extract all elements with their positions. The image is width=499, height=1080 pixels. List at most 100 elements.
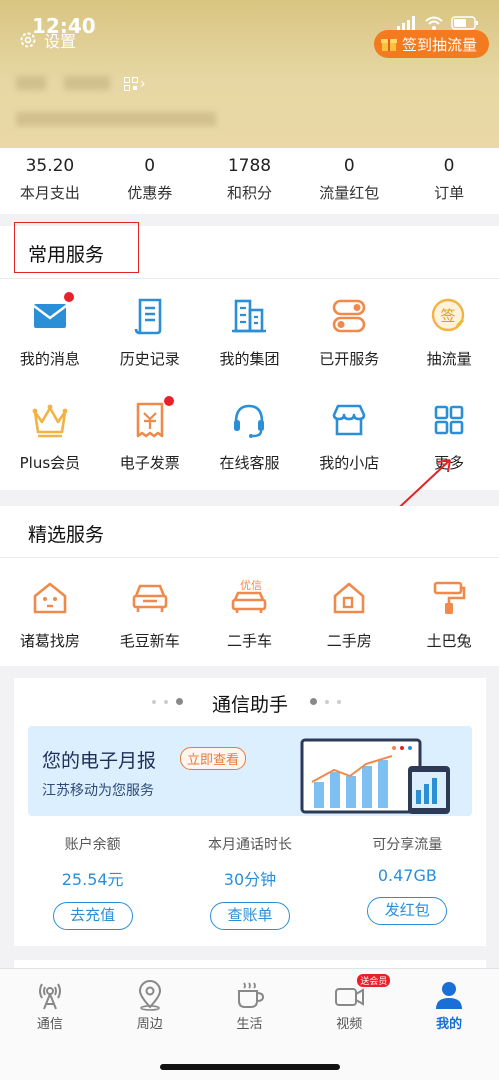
tab-communication[interactable]: 通信 (0, 969, 100, 1080)
headset-icon (234, 404, 265, 438)
view-now-tag[interactable]: 立即查看 (180, 747, 247, 770)
tab-label: 视频 (336, 1017, 363, 1032)
used-car-badge: 优信 (240, 579, 262, 592)
view-bill-button[interactable]: 查账单 (209, 902, 290, 930)
banner-subtitle: 江苏移动为您服务 (42, 783, 154, 799)
service-e-invoice[interactable]: 电子发票 (100, 396, 200, 473)
stat-orders[interactable]: 0 订单 (399, 148, 499, 214)
recharge-button[interactable]: 去充值 (52, 902, 133, 930)
unread-dot (63, 292, 74, 302)
settings-label: 设置 (44, 32, 77, 51)
envelope-icon (33, 304, 67, 328)
stat-label: 流量红包 (319, 184, 380, 202)
monthly-report-banner[interactable]: 您的电子月报 立即查看 江苏移动为您服务 (28, 726, 472, 816)
document-icon (134, 298, 161, 335)
sign-in-button[interactable]: 签到抽流量 (373, 30, 489, 58)
featured-label: 二手车 (226, 632, 272, 650)
service-label: Plus会员 (19, 454, 81, 472)
service-plus-member[interactable]: Plus会员 (0, 400, 100, 473)
divider (0, 278, 499, 279)
featured-label: 土巴兔 (426, 632, 472, 650)
featured-label: 毛豆新车 (119, 632, 180, 650)
featured-second-hand-house[interactable]: 二手房 (299, 578, 399, 651)
svg-text:签: 签 (441, 307, 456, 325)
featured-renovation[interactable]: 土巴兔 (399, 578, 499, 651)
account-balance: 账户余额 25.54元 去充值 (14, 834, 171, 930)
featured-used-car[interactable]: 优信 二手车 (200, 578, 300, 651)
chevron-right-icon: › (140, 76, 146, 92)
common-row-1: 我的消息 历史记录 我的集团 已开服务 签 抽流量 (0, 292, 499, 369)
blurred-number (16, 112, 216, 126)
pager-right (310, 698, 341, 705)
featured-row: 诸葛找房 毛豆新车 优信 二手车 二手房 土巴兔 (0, 578, 499, 651)
stat-value: 35.20 (25, 156, 75, 176)
stat-label: 优惠券 (127, 184, 173, 202)
service-draw-data[interactable]: 签 抽流量 (399, 296, 499, 369)
stat-coupons[interactable]: 0 优惠券 (100, 148, 200, 214)
assistant-title: 通信助手 (211, 694, 288, 716)
qr-code-button[interactable]: › (124, 76, 146, 92)
service-history[interactable]: 历史记录 (100, 296, 200, 369)
status-icons (397, 16, 479, 30)
banner-title: 您的电子月报 (42, 750, 157, 772)
car-icon (132, 584, 167, 612)
stat-value: 0 (144, 156, 156, 176)
service-active-services[interactable]: 已开服务 (299, 296, 399, 369)
blurred-name-2 (64, 76, 110, 90)
sign-badge-icon: 签 (431, 298, 465, 332)
stat-value: 1788 (227, 156, 272, 176)
assistant-card: 通信助手 您的电子月报 立即查看 江苏移动为您服务 账户余额 25.54元 去充… (14, 678, 486, 946)
home-indicator (160, 1064, 340, 1070)
service-label: 我的小店 (319, 454, 380, 472)
service-my-group[interactable]: 我的集团 (200, 296, 300, 369)
settings-button[interactable]: 设置 (18, 28, 76, 52)
location-pin-icon (138, 980, 161, 1011)
service-label: 在线客服 (219, 454, 280, 472)
service-label: 电子发票 (119, 454, 180, 472)
home-icon (333, 582, 365, 614)
tab-mine[interactable]: 我的 (399, 969, 499, 1080)
account-summary: 账户余额 25.54元 去充值 本月通话时长 30分钟 查账单 可分享流量 0.… (14, 834, 486, 930)
service-label: 我的消息 (19, 350, 80, 368)
tab-label: 我的 (436, 1017, 463, 1032)
blurred-name (16, 76, 46, 90)
service-label: 已开服务 (319, 350, 380, 368)
stat-label: 订单 (434, 184, 465, 202)
account-label: 可分享流量 (372, 837, 443, 853)
account-label: 本月通话时长 (207, 837, 292, 853)
stat-monthly-spend[interactable]: 35.20 本月支出 (0, 148, 100, 214)
grid-icon (434, 405, 464, 435)
stat-value: 0 (443, 156, 455, 176)
stat-label: 和积分 (226, 184, 272, 202)
service-label: 抽流量 (426, 350, 472, 368)
call-duration: 本月通话时长 30分钟 查账单 (171, 834, 328, 930)
paint-roller-icon (433, 581, 466, 614)
stats-bar: 35.20 本月支出 0 优惠券 1788 和积分 0 流量红包 0 订单 (0, 148, 499, 214)
account-value: 30分钟 (223, 870, 277, 889)
divider (0, 557, 499, 558)
account-value: 25.54元 (61, 870, 124, 889)
cellular-signal-icon (397, 16, 415, 30)
featured-services-title: 精选服务 (28, 524, 105, 546)
featured-house-search[interactable]: 诸葛找房 (0, 578, 100, 651)
service-label: 我的集团 (219, 350, 280, 368)
featured-label: 二手房 (326, 632, 372, 650)
service-online-support[interactable]: 在线客服 (200, 400, 300, 473)
sign-in-label: 签到抽流量 (401, 35, 477, 54)
stat-data-packets[interactable]: 0 流量红包 (299, 148, 399, 214)
building-icon (232, 299, 267, 333)
highlight-box (14, 222, 139, 273)
profile-header: 12:40 设置 签到抽流量 › (0, 0, 499, 148)
battery-icon (451, 16, 478, 30)
tab-label: 周边 (136, 1017, 163, 1032)
used-car-icon: 优信 (232, 579, 267, 613)
stat-value: 0 (343, 156, 355, 176)
service-my-messages[interactable]: 我的消息 (0, 292, 100, 369)
stat-points[interactable]: 1788 和积分 (200, 148, 300, 214)
toggle-icon (332, 299, 366, 333)
featured-new-car[interactable]: 毛豆新车 (100, 578, 200, 651)
service-label: 历史记录 (119, 350, 180, 368)
qr-code-icon (124, 77, 138, 91)
shop-icon (332, 404, 366, 436)
send-red-packet-button[interactable]: 发红包 (367, 897, 448, 925)
